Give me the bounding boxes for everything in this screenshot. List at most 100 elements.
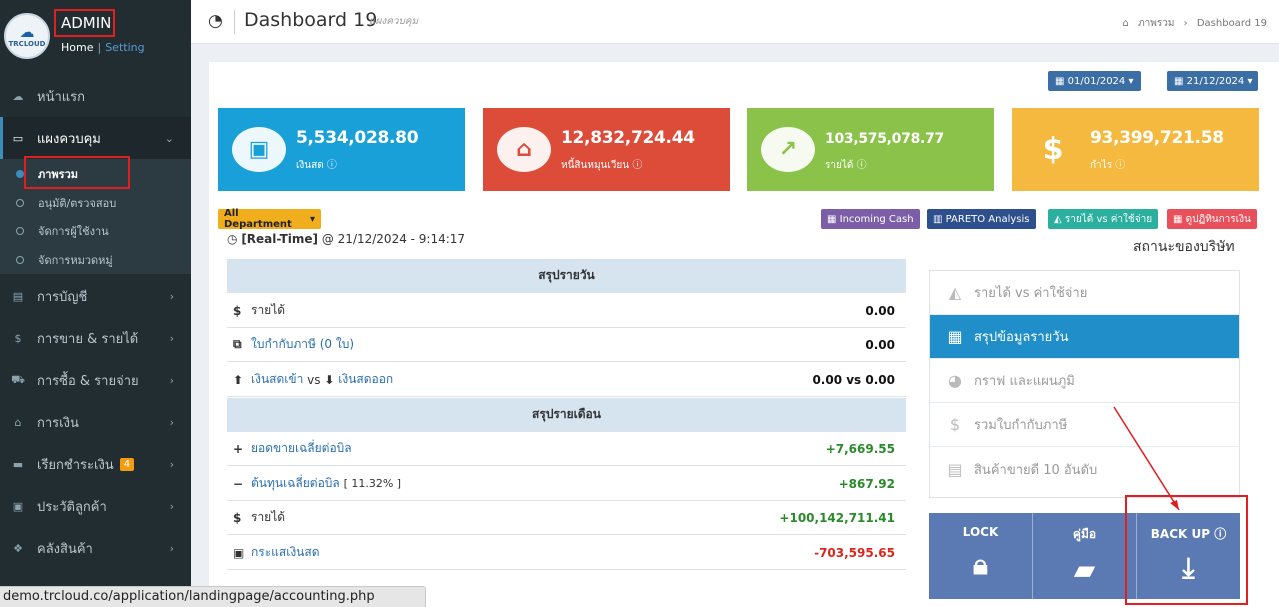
status-item-daily-summary[interactable]: ▦ สรุปข้อมูลรายวัน	[930, 315, 1239, 359]
sidebar-item-accounting[interactable]: ▤ การบัญชี ›	[0, 275, 191, 317]
breadcrumb-home[interactable]: ภาพรวม	[1138, 18, 1174, 29]
cloud-logo-icon: ☁	[19, 22, 35, 41]
home-link[interactable]: Home	[61, 41, 93, 54]
cart-icon: ⛟	[11, 372, 25, 386]
browser-status-url: demo.trcloud.co/application/landingpage/…	[0, 586, 426, 607]
stat-label: เงินสด ⓘ	[296, 160, 337, 171]
chevron-right-icon: ›	[169, 374, 174, 387]
clock-icon: ◷	[227, 232, 238, 246]
department-label: All Department	[224, 208, 292, 230]
info-icon: ⓘ	[1115, 160, 1126, 171]
page-header: ◔ Dashboard 19 แผงควบคุม ⌂ ภาพรวม › Dash…	[191, 0, 1279, 44]
monthly-header: สรุปรายเดือน	[227, 398, 906, 432]
sidebar-item-label: คลังสินค้า	[37, 541, 93, 557]
vs-text: vs	[307, 372, 321, 387]
stat-value: 103,575,078.77	[825, 131, 944, 147]
page-title: Dashboard 19	[244, 9, 378, 31]
area-chart-icon: ◭	[948, 283, 962, 302]
submenu-item-categories[interactable]: จัดการหมวดหมู่	[0, 245, 191, 274]
pareto-button[interactable]: ▥ PARETO Analysis	[927, 209, 1036, 229]
bar-chart-icon: ▥	[933, 213, 943, 225]
sidebar-item-customers[interactable]: ▣ ประวัติลูกค้า ›	[0, 485, 191, 527]
dollar-icon: $	[14, 331, 22, 345]
bullet-icon	[16, 198, 24, 207]
incoming-cash-button[interactable]: ▦ Incoming Cash	[821, 209, 920, 229]
highlight-annotation	[24, 156, 130, 189]
sidebar-item-sales[interactable]: $ การขาย & รายได้ ›	[0, 317, 191, 359]
newspaper-icon: ▤	[947, 459, 963, 479]
lock-button[interactable]: LOCK 🔒︎	[929, 513, 1033, 599]
sidebar-item-purchase[interactable]: ⛟ การซื้อ & รายจ่าย ›	[0, 359, 191, 401]
calendar-plus-icon: ▦	[947, 327, 963, 346]
stat-label: รายได้ ⓘ	[825, 160, 867, 171]
date-to-button[interactable]: ▦ 21/12/2024 ▾	[1167, 71, 1258, 91]
lock-label: LOCK	[962, 525, 999, 539]
row-value: -703,595.65	[814, 545, 895, 560]
sidebar-item-control-panel[interactable]: ▭ แผงควบคุม ⌄	[0, 117, 191, 159]
status-item-charts[interactable]: ◕ กราฟ และแผนภูมิ	[930, 359, 1239, 403]
plus-icon: +	[233, 441, 244, 456]
stat-label: กำไร ⓘ	[1090, 160, 1126, 171]
chevron-right-icon: ›	[169, 500, 174, 513]
sidebar-item-label: การบัญชี	[37, 289, 88, 305]
arrow-circle-up-icon: ⬆	[233, 372, 244, 387]
admin-label: ADMIN	[54, 9, 115, 37]
sidebar-item-label: แผงควบคุม	[37, 131, 101, 147]
cash-in-link[interactable]: เงินสดเข้า	[251, 370, 303, 389]
status-item-label: รวมใบกำกับภาษี	[974, 418, 1068, 433]
cashflow-link[interactable]: กระแสเงินสด	[251, 543, 320, 562]
stat-liabilities[interactable]: ⌂ 12,832,724.44 หนี้สินหมุนเวียน ⓘ	[483, 108, 730, 191]
submenu-item-users[interactable]: จัดการผู้ใช้งาน	[0, 216, 191, 245]
notification-badge: 4	[119, 457, 135, 471]
manual-button[interactable]: คู่มือ ▰	[1033, 513, 1137, 599]
minus-icon: −	[233, 476, 244, 491]
dollar-icon: $	[233, 510, 242, 525]
status-item-label: รายได้ vs ค่าใช้จ่าย	[974, 286, 1088, 301]
avg-sales-link[interactable]: ยอดขายเฉลี่ยต่อบิล	[251, 439, 352, 458]
money-icon: ▣	[233, 545, 245, 560]
table-row: + ยอดขายเฉลี่ยต่อบิล +7,669.55	[227, 432, 906, 466]
setting-link[interactable]: Setting	[105, 41, 144, 54]
submenu-item-label: จัดการผู้ใช้งาน	[38, 224, 109, 238]
tag-label: ดูปฏิทินการเงิน	[1185, 213, 1251, 225]
finance-calendar-button[interactable]: ▦ ดูปฏิทินการเงิน	[1167, 209, 1257, 229]
revenue-expense-button[interactable]: ◭ รายได้ vs ค่าใช้จ่าย	[1048, 209, 1159, 229]
sidebar-item-home[interactable]: ☁ หน้าแรก	[0, 75, 191, 117]
company-logo: ☁ TRCLOUD	[4, 13, 50, 59]
calendar-icon: ▦	[1173, 213, 1183, 225]
stat-cash[interactable]: ▣ 5,534,028.80 เงินสด ⓘ	[218, 108, 465, 191]
sidebar-item-inventory[interactable]: ❖ คลังสินค้า ›	[0, 527, 191, 569]
sidebar-item-finance[interactable]: ⌂ การเงิน ›	[0, 401, 191, 443]
avg-cost-link[interactable]: ต้นทุนเฉลี่ยต่อบิล	[251, 474, 340, 493]
money-icon: ▣	[232, 127, 286, 172]
realtime-timestamp: ◷ [Real-Time] @ 21/12/2024 - 9:14:17	[227, 232, 465, 246]
chevron-right-icon: ›	[169, 458, 174, 471]
user-links: Home | Setting	[61, 41, 145, 54]
table-row: $ รายได้ 0.00	[227, 294, 906, 328]
tax-invoice-link[interactable]: ใบกำกับภาษี (0 ใบ)	[251, 335, 354, 354]
status-item-label: สินค้าขายดี 10 อันดับ	[974, 462, 1098, 478]
tag-label: รายได้ vs ค่าใช้จ่าย	[1064, 213, 1153, 225]
chevron-right-icon: ›	[169, 332, 174, 345]
sidebar-item-label: การซื้อ & รายจ่าย	[37, 373, 139, 389]
caret-down-icon: ▾	[1247, 75, 1253, 87]
row-value: +100,142,711.41	[779, 510, 895, 525]
stat-revenue[interactable]: ↗ 103,575,078.77 รายได้ ⓘ	[747, 108, 994, 191]
status-item-revenue-expense[interactable]: ◭ รายได้ vs ค่าใช้จ่าย	[930, 271, 1239, 315]
contact-icon: ▣	[12, 499, 24, 513]
pie-chart-icon: ◕	[948, 371, 962, 390]
stat-profit[interactable]: $ 93,399,721.58 กำไร ⓘ	[1012, 108, 1259, 191]
cash-out-link[interactable]: เงินสดออก	[338, 370, 393, 389]
submenu-item-approve[interactable]: อนุมัติ/ตรวจสอบ	[0, 188, 191, 217]
company-status-title: สถานะของบริษัท	[1133, 239, 1235, 255]
department-dropdown[interactable]: All Department ▾	[218, 208, 321, 230]
row-label: รายได้	[251, 303, 286, 317]
chevron-right-icon: ›	[169, 290, 174, 303]
date-from-value: 01/01/2024	[1067, 75, 1126, 87]
bullet-icon	[16, 169, 24, 178]
realtime-prefix: [Real-Time]	[241, 232, 319, 246]
chart-line-icon: ↗	[761, 127, 815, 172]
date-from-button[interactable]: ▦ 01/01/2024 ▾	[1048, 71, 1141, 91]
avg-cost-percent: [ 11.32% ]	[343, 477, 402, 490]
sidebar-item-billing[interactable]: ▬ เรียกชำระเงิน 4 ›	[0, 443, 191, 485]
